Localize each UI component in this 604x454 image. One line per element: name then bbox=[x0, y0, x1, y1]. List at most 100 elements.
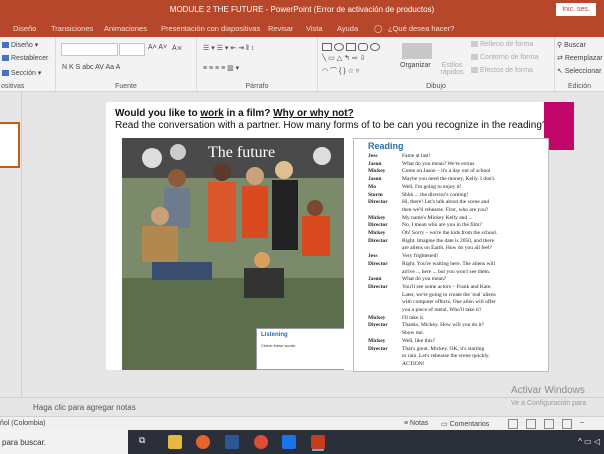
system-tray[interactable]: ^ ▭ ◁ bbox=[578, 437, 600, 446]
reading-text: What do you mean? We're extras bbox=[402, 160, 475, 167]
circle-shape-icon[interactable] bbox=[370, 43, 380, 51]
tab-design[interactable]: Diseño bbox=[13, 24, 36, 33]
reading-text: ACTION! bbox=[402, 360, 425, 367]
tab-review[interactable]: Revisar bbox=[268, 24, 293, 33]
textbox-shape-icon[interactable] bbox=[346, 43, 356, 51]
reading-text: Fame at last! bbox=[402, 153, 431, 159]
tab-view[interactable]: Vista bbox=[306, 24, 323, 33]
quick-styles-button[interactable]: Estilos rápidos bbox=[439, 62, 465, 76]
replace-button[interactable]: ⇄ Reemplazar bbox=[557, 54, 603, 62]
shape-effects-button[interactable]: Efectos de forma bbox=[471, 67, 533, 74]
reading-text: My name's Mickey Kelly and ... bbox=[402, 214, 473, 221]
activation-watermark-sub: Ve a Configuración para bbox=[511, 400, 587, 407]
search-icon: ⚲ bbox=[557, 42, 563, 49]
rounded-rect-shape-icon[interactable] bbox=[358, 43, 368, 51]
list-buttons[interactable]: ☰ ▾ ☰ ▾ ⇤ ⇥ ‖ ↕ bbox=[203, 44, 254, 52]
sorter-view-icon[interactable] bbox=[526, 419, 536, 429]
reading-speaker: Storm bbox=[368, 191, 383, 198]
layout-button[interactable]: Diseño ▾ bbox=[2, 41, 38, 49]
shape-fill-button[interactable]: Relleno de forma bbox=[471, 41, 533, 48]
oval-shape-icon[interactable] bbox=[334, 43, 344, 51]
film-set-photo[interactable]: The future Listening Check these words. bbox=[122, 138, 344, 370]
chrome-icon[interactable] bbox=[254, 435, 268, 449]
reading-line: are aliens on Earth. How do you all feel… bbox=[368, 245, 492, 251]
reading-text: Come on Jason – it's a day out of school bbox=[402, 168, 491, 175]
status-bar: ñol (Colombia) ≡ Notas ▭ Comentarios – bbox=[0, 416, 604, 431]
powerpoint-icon[interactable] bbox=[311, 435, 325, 449]
align-buttons[interactable]: ≡ ≡ ≡ ≡ ▥ ▾ bbox=[203, 64, 239, 72]
notes-placeholder: Haga clic para agregar notas bbox=[33, 403, 136, 412]
reading-speaker: Jason bbox=[368, 160, 382, 167]
paragraph-group-label: Párrafo bbox=[245, 83, 269, 90]
clear-format-icon[interactable]: A⨯ bbox=[172, 44, 183, 52]
reading-speaker: Jason bbox=[368, 276, 382, 283]
slide-thumbnails-panel[interactable] bbox=[0, 92, 22, 397]
font-size-select[interactable] bbox=[119, 43, 145, 56]
reading-text: are aliens on Earth. How do you all feel… bbox=[402, 245, 492, 252]
reset-button[interactable]: Restablecer bbox=[2, 55, 48, 62]
reading-text: Maybe you need the money, Kelly. I don't… bbox=[402, 176, 496, 183]
reading-line: Director No, I mean who are you in the fi… bbox=[368, 222, 482, 228]
language-status[interactable]: ñol (Colombia) bbox=[0, 420, 46, 427]
reading-line: Mickey Come on Jason – it's a day out of … bbox=[368, 168, 491, 174]
reading-line: Director That's great, Mickey. OK, it's s… bbox=[368, 346, 484, 352]
reading-text: you a piece of metal. Who'll take it? bbox=[402, 307, 482, 313]
tab-slideshow[interactable]: Presentación con diapositivas bbox=[161, 24, 260, 33]
task-view-icon[interactable]: ⧉ bbox=[139, 435, 153, 449]
reading-speaker: Director bbox=[368, 199, 388, 206]
section-button[interactable]: Sección ▾ bbox=[2, 69, 41, 77]
listening-title: Listening bbox=[261, 332, 288, 338]
shapes-row-3[interactable]: ◠ ⌒ { } ☆ ▿ bbox=[322, 66, 359, 76]
arrange-icon[interactable] bbox=[402, 43, 432, 59]
comments-button[interactable]: ▭ Comentarios bbox=[441, 420, 489, 428]
reading-speaker: Mickey bbox=[368, 314, 386, 321]
reading-line: Jason What do you mean? We're extras bbox=[368, 161, 474, 167]
reset-icon bbox=[2, 55, 9, 62]
tab-transitions[interactable]: Transiciones bbox=[51, 24, 93, 33]
reading-text-image[interactable]: Reading Jess Fame at last! Jason What do yo… bbox=[353, 138, 549, 372]
reading-text: Right. Imagine the date is 2050, and the… bbox=[402, 237, 495, 244]
slideshow-view-icon[interactable] bbox=[562, 419, 572, 429]
cursor-icon: ↖ bbox=[557, 68, 563, 75]
reading-speaker: Mickey bbox=[368, 168, 386, 175]
firefox-icon[interactable] bbox=[196, 435, 210, 449]
font-group: A˄ A˅ A⨯ N K S abc AV Aa A Fuente bbox=[56, 37, 197, 91]
normal-view-icon[interactable] bbox=[508, 419, 518, 429]
comment-icon: ▭ bbox=[441, 421, 448, 428]
rectangle-shape-icon[interactable] bbox=[322, 43, 332, 51]
font-format-buttons[interactable]: N K S abc AV Aa A bbox=[62, 64, 120, 71]
reading-line: Mickey My name's Mickey Kelly and ... bbox=[368, 215, 473, 221]
reading-line: Director You'll see some actors – Frank a… bbox=[368, 284, 492, 290]
tell-me-search[interactable]: ¿Qué desea hacer? bbox=[388, 24, 454, 33]
select-button[interactable]: ↖ Seleccionar bbox=[557, 67, 601, 75]
taskbar-search[interactable]: para buscar. bbox=[0, 430, 128, 454]
editing-group: ⚲ Buscar ⇄ Reemplazar ↖ Seleccionar Edic… bbox=[555, 37, 604, 91]
reading-speaker: Mickey bbox=[368, 214, 386, 221]
font-grow-shrink[interactable]: A˄ A˅ bbox=[148, 44, 167, 51]
reading-speaker: Director bbox=[368, 345, 388, 352]
slide-thumbnail[interactable] bbox=[0, 122, 20, 168]
reading-line: Storm Shhh ... the director's coming! bbox=[368, 192, 468, 198]
reading-text: Shhh ... the director's coming! bbox=[402, 191, 469, 198]
notes-button[interactable]: ≡ Notas bbox=[404, 420, 428, 427]
shapes-row-2[interactable]: ╲ ▭ △ ↰ ⇨ ⇩ bbox=[322, 54, 366, 62]
photo-title: The future bbox=[208, 144, 276, 161]
zoom-out-icon[interactable]: – bbox=[580, 419, 584, 426]
file-explorer-icon[interactable] bbox=[168, 435, 182, 449]
shape-outline-button[interactable]: Contorno de forma bbox=[471, 54, 538, 61]
reading-line: Mickey Oh! Sorry – we're the kids from th… bbox=[368, 230, 497, 236]
reading-speaker: Jess bbox=[368, 253, 378, 260]
find-button[interactable]: ⚲ Buscar bbox=[557, 41, 586, 49]
tab-animations[interactable]: Animaciones bbox=[104, 24, 147, 33]
reading-line: to rain. Let's rehearse the scene quickl… bbox=[368, 353, 490, 359]
tab-help[interactable]: Ayuda bbox=[337, 24, 358, 33]
reading-line: Later, we're going to create the 'real' … bbox=[368, 292, 496, 298]
reading-view-icon[interactable] bbox=[544, 419, 554, 429]
arrange-button[interactable]: Organizar bbox=[400, 62, 431, 69]
reading-text: with computer effects. One alien will of… bbox=[402, 299, 496, 306]
sign-in-button[interactable]: Inic. ses. bbox=[556, 3, 596, 16]
font-name-select[interactable] bbox=[61, 43, 118, 56]
reading-text: What do you mean? bbox=[402, 276, 447, 283]
word-icon[interactable] bbox=[225, 435, 239, 449]
app-icon[interactable] bbox=[282, 435, 296, 449]
